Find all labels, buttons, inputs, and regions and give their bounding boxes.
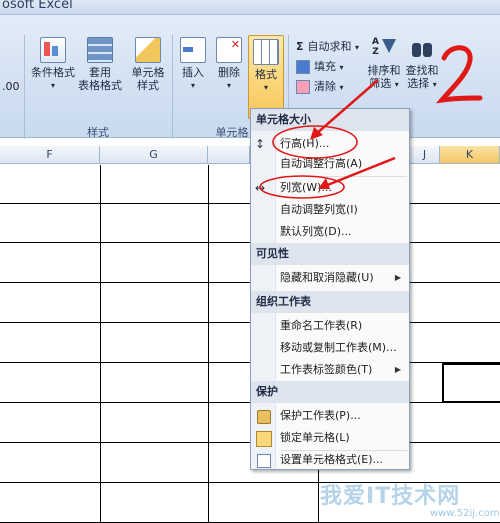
cell-style-icon: [135, 37, 161, 63]
title-bar: osoft Excel: [0, 0, 500, 15]
column-header-k[interactable]: K: [440, 146, 500, 164]
menu-item-column-width[interactable]: ↔ 列宽(W)...: [251, 177, 409, 199]
sort-filter-button[interactable]: AZ 排序和 筛选 ▾: [366, 37, 402, 91]
menu-item-lock-cell[interactable]: 锁定单元格(L): [251, 427, 409, 449]
format-dropdown-menu: 单元格大小 ↕ 行高(H)... 自动调整行高(A) ↔ 列宽(W)... 自动…: [250, 108, 410, 470]
watermark-url: www.52ij.com: [430, 508, 500, 519]
fill-button[interactable]: 填充 ▾: [296, 59, 344, 75]
sigma-icon: Σ: [296, 40, 304, 53]
menu-item-protect-sheet[interactable]: 保护工作表(P)...: [251, 405, 409, 427]
cells-group-label: 单元格: [215, 126, 249, 139]
section-visibility: 可见性: [251, 243, 409, 265]
column-header-f[interactable]: F: [0, 146, 100, 164]
menu-item-autofit-row[interactable]: 自动调整行高(A): [251, 153, 409, 175]
section-protect: 保护: [251, 381, 409, 403]
window-title: osoft Excel: [2, 0, 73, 12]
fill-down-icon: [296, 60, 310, 74]
menu-item-format-cells[interactable]: 设置单元格格式(E)...: [251, 449, 409, 471]
sort-filter-icon: AZ: [372, 37, 396, 61]
number-format-fragment[interactable]: .00: [2, 79, 20, 95]
section-cell-size: 单元格大小: [251, 109, 409, 131]
submenu-arrow-icon: ▶: [394, 365, 401, 374]
menu-item-rename-sheet[interactable]: 重命名工作表(R): [251, 315, 409, 337]
menu-item-default-width[interactable]: 默认列宽(D)...: [251, 221, 409, 243]
column-width-icon: ↔: [255, 181, 266, 195]
find-select-button[interactable]: 查找和 选择 ▾: [404, 37, 440, 91]
format-cells-dialog-icon: [257, 454, 271, 468]
insert-cells-icon: [180, 37, 206, 63]
cell-styles-button[interactable]: 单元格 样式: [126, 37, 170, 92]
lock-icon: [256, 431, 272, 447]
menu-item-autofit-column[interactable]: 自动调整列宽(I): [251, 199, 409, 221]
table-format-icon: [87, 37, 113, 63]
menu-item-move-copy-sheet[interactable]: 移动或复制工作表(M)...: [251, 337, 409, 359]
row-height-icon: ↕: [255, 137, 266, 151]
clear-button[interactable]: 清除 ▾: [296, 79, 344, 95]
eraser-icon: [296, 80, 310, 94]
section-organize-sheets: 组织工作表: [251, 291, 409, 313]
selected-cell[interactable]: [442, 363, 500, 403]
submenu-arrow-icon: ▶: [394, 273, 401, 282]
column-header-h[interactable]: [208, 146, 250, 164]
insert-button[interactable]: 插入 ▾: [176, 37, 210, 92]
binoculars-icon: [410, 37, 434, 61]
conditional-format-icon: [40, 37, 66, 63]
column-header-j[interactable]: J: [410, 146, 440, 164]
lock-sheet-icon: [257, 410, 271, 424]
menu-item-row-height[interactable]: ↕ 行高(H)...: [251, 133, 409, 155]
menu-item-tab-color[interactable]: 工作表标签颜色(T) ▶: [251, 359, 409, 381]
conditional-format-button[interactable]: 条件格式 ▾: [30, 37, 76, 92]
column-header-g[interactable]: G: [100, 146, 208, 164]
autosum-button[interactable]: Σ 自动求和 ▾: [296, 39, 359, 55]
delete-cells-icon: ✕: [216, 37, 242, 63]
watermark-logo: 我爱IT技术网: [320, 484, 461, 509]
format-cells-icon: [253, 39, 279, 65]
delete-button[interactable]: ✕ 删除 ▾: [212, 37, 246, 92]
format-button[interactable]: 格式 ▾: [248, 35, 284, 119]
styles-group-label: 样式: [87, 126, 109, 139]
format-as-table-button[interactable]: 套用 表格格式: [78, 37, 122, 92]
menu-item-hide-unhide[interactable]: 隐藏和取消隐藏(U) ▶: [251, 267, 409, 289]
